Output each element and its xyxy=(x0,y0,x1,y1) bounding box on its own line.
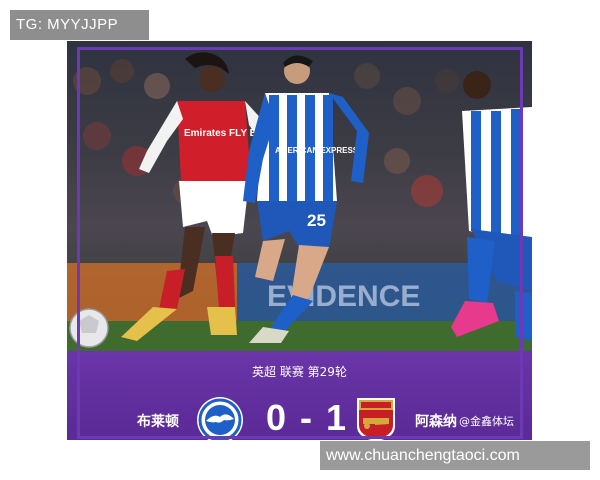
arsenal-crest-icon xyxy=(357,398,395,440)
site-watermark: www.chuanchengtaoci.com xyxy=(320,441,590,470)
match-photo: EVIDENCE Emirates FLY BETTER AMERICAN EX… xyxy=(67,41,532,351)
tg-label: TG: MYYJJPP xyxy=(10,10,149,40)
home-team-name: 布莱顿 xyxy=(137,414,179,430)
score-panel: 英超 联赛 第29轮 布莱顿 0 - 1 阿森纳 @金鑫体坛 xyxy=(67,351,532,440)
football-scene: EVIDENCE Emirates FLY BETTER AMERICAN EX… xyxy=(67,52,532,351)
source-handle: @金鑫体坛 xyxy=(459,415,514,428)
scoreline: 0 - 1 xyxy=(265,397,349,438)
brighton-crest-icon xyxy=(197,397,243,440)
player-number: 25 xyxy=(307,211,326,230)
league-round: 英超 联赛 第29轮 xyxy=(252,365,347,379)
match-card: EVIDENCE Emirates FLY BETTER AMERICAN EX… xyxy=(67,41,532,440)
away-team-name: 阿森纳 xyxy=(415,414,457,430)
jersey-text: AMERICAN EXPRESS xyxy=(275,146,359,155)
